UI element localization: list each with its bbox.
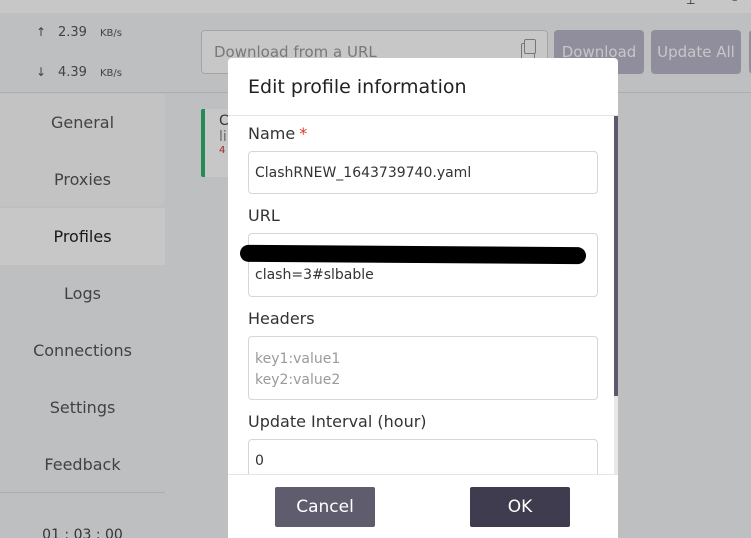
name-field-value: ClashRNEW_1643739740.yaml (255, 164, 472, 181)
name-field[interactable]: ClashRNEW_1643739740.yaml (248, 151, 598, 194)
redaction-mark (239, 244, 587, 265)
headers-label: Headers (248, 309, 315, 328)
interval-field-value: 0 (255, 452, 264, 469)
url-label: URL (248, 206, 280, 225)
url-field-value: clash=3#slbable (255, 267, 374, 283)
headers-placeholder-line1: key1:value1 (255, 351, 341, 367)
cancel-button[interactable]: Cancel (275, 487, 375, 527)
dialog-header: Edit profile information (228, 58, 618, 116)
dialog-scrollbar-thumb[interactable] (614, 116, 618, 396)
headers-field[interactable]: key1:value1 key2:value2 (248, 336, 598, 400)
dialog-footer: Cancel OK (228, 474, 618, 538)
interval-label: Update Interval (hour) (248, 412, 427, 431)
url-field[interactable]: clash=3#slbable (248, 233, 598, 297)
edit-profile-dialog: Edit profile information Name * ClashRNEW… (228, 58, 618, 538)
name-label: Name * (248, 124, 307, 143)
dialog-scrollbar-track[interactable] (614, 396, 618, 474)
name-label-text: Name (248, 124, 296, 143)
interval-field[interactable]: 0 (248, 439, 598, 474)
dialog-body: Name * ClashRNEW_1643739740.yaml URL clas… (228, 116, 618, 474)
dialog-title: Edit profile information (248, 75, 467, 98)
ok-button[interactable]: OK (470, 487, 570, 527)
headers-placeholder-line2: key2:value2 (255, 372, 341, 388)
required-mark: * (299, 124, 308, 143)
